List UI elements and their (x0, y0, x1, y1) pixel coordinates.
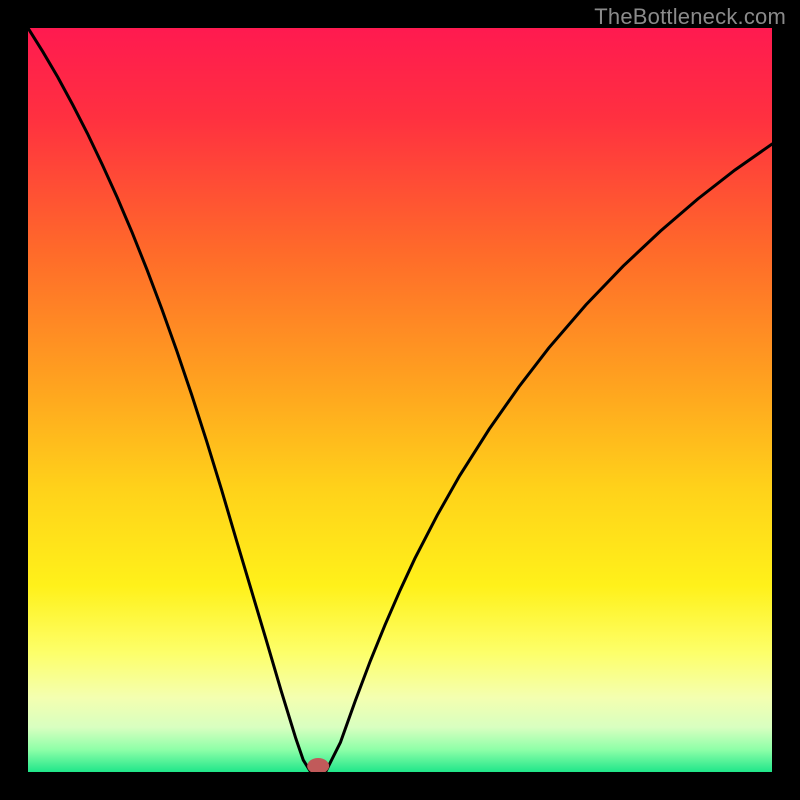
bottleneck-chart (28, 28, 772, 772)
chart-plot-area (28, 28, 772, 772)
watermark-text: TheBottleneck.com (594, 4, 786, 30)
gradient-background (28, 28, 772, 772)
chart-frame: TheBottleneck.com (0, 0, 800, 800)
